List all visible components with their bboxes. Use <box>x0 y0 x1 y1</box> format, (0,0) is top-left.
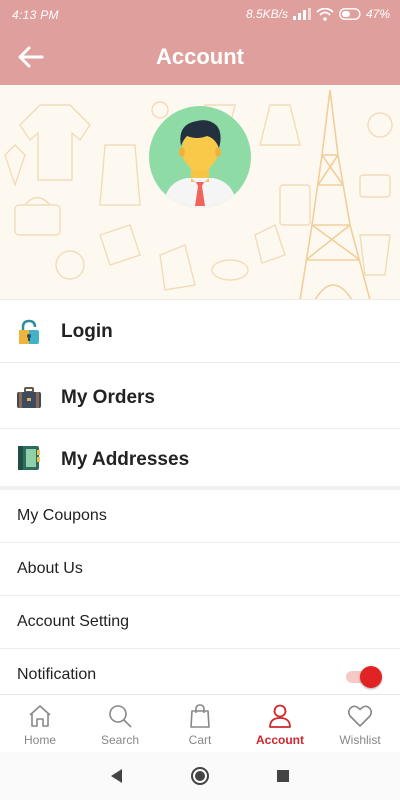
home-circle-icon[interactable] <box>189 766 211 786</box>
menu-item-my-orders[interactable]: My Orders <box>0 367 400 429</box>
menu-item-account-setting[interactable]: Account Setting <box>0 596 400 649</box>
user-avatar-icon[interactable] <box>149 106 251 208</box>
toggle-knob <box>360 666 382 688</box>
bag-icon <box>190 704 210 728</box>
menu-item-label: About Us <box>17 560 83 577</box>
wifi-icon <box>316 7 334 21</box>
menu-item-label: Login <box>61 320 113 342</box>
nav-account[interactable]: Account <box>240 695 320 752</box>
page-title: Account <box>156 44 244 69</box>
lock-icon <box>19 319 39 344</box>
notification-toggle[interactable] <box>346 666 382 688</box>
app-header: Account <box>0 30 400 85</box>
battery-percent: 47% <box>365 7 390 21</box>
menu-item-label: Notification <box>17 666 97 683</box>
home-icon <box>29 705 51 727</box>
status-indicators: 8.5KB/s 47% <box>246 7 390 21</box>
battery-indicator: 47% <box>339 7 390 21</box>
battery-icon <box>339 8 361 20</box>
menu-item-label: Account Setting <box>17 613 130 630</box>
signal-icon <box>292 8 311 20</box>
nav-label: Account <box>256 733 304 747</box>
menu-item-my-coupons[interactable]: My Coupons <box>0 490 400 543</box>
heart-icon <box>347 705 373 727</box>
menu-item-about-us[interactable]: About Us <box>0 543 400 596</box>
nav-search[interactable]: Search <box>80 695 160 752</box>
nav-label: Search <box>100 733 140 747</box>
nav-cart[interactable]: Cart <box>160 695 240 752</box>
back-triangle-icon[interactable] <box>106 766 128 786</box>
menu-item-login[interactable]: Login <box>0 301 400 363</box>
recents-square-icon[interactable] <box>272 766 294 786</box>
menu-item-label: My Coupons <box>17 507 107 524</box>
menu-item-notification: Notification <box>0 648 400 694</box>
nav-home[interactable]: Home <box>0 695 80 752</box>
address-book-icon <box>18 446 40 470</box>
bottom-navigation: Home Search Cart Account Wishlist <box>0 694 400 752</box>
system-navigation-bar <box>0 752 400 800</box>
nav-label: Home <box>23 733 56 747</box>
network-speed: 8.5KB/s <box>245 7 288 21</box>
profile-banner <box>0 85 400 300</box>
menu-item-my-addresses[interactable]: My Addresses <box>0 429 400 491</box>
status-time: 4:13 PM <box>12 8 59 22</box>
user-icon <box>269 704 291 728</box>
briefcase-icon <box>17 387 41 408</box>
nav-label: Cart <box>188 733 212 747</box>
nav-wishlist[interactable]: Wishlist <box>320 695 400 752</box>
menu-item-label: My Addresses <box>61 449 190 470</box>
status-bar: 4:13 PM 8.5KB/s 47% <box>0 0 400 30</box>
nav-label: Wishlist <box>339 733 381 747</box>
search-icon <box>109 705 132 728</box>
menu-item-label: My Orders <box>61 386 155 408</box>
